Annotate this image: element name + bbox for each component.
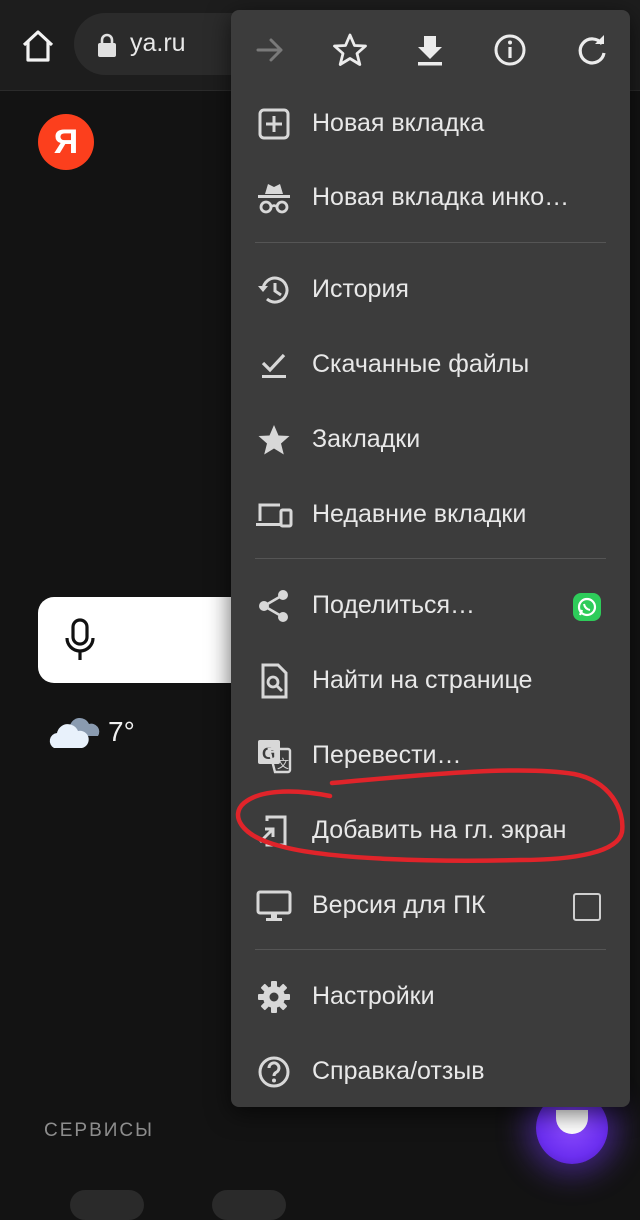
browser-overflow-menu: Новая вкладка Новая вкладка инко… Истори…	[231, 10, 630, 1107]
menu-item-bookmarks[interactable]: Закладки	[231, 403, 630, 477]
menu-item-find-in-page[interactable]: Найти на странице	[231, 644, 630, 718]
menu-item-new-tab[interactable]: Новая вкладка	[231, 87, 630, 161]
find-in-page-icon	[261, 663, 288, 699]
menu-divider	[255, 558, 606, 559]
menu-divider	[255, 949, 606, 950]
bookmarks-star-icon	[258, 425, 290, 455]
service-tile[interactable]	[212, 1190, 286, 1220]
cloudy-weather-icon	[49, 717, 100, 748]
translate-icon: G 文	[258, 740, 292, 774]
forward-icon[interactable]	[248, 28, 292, 72]
temperature: 7°	[108, 716, 135, 747]
menu-item-label: Версия для ПК	[312, 891, 486, 919]
yandex-logo[interactable]: Я	[38, 114, 94, 170]
menu-item-help-feedback[interactable]: Справка/отзыв	[231, 1035, 630, 1109]
service-tile[interactable]	[70, 1190, 144, 1220]
menu-item-label: Новая вкладка инко…	[312, 183, 570, 211]
menu-item-add-to-home-screen[interactable]: Добавить на гл. экран	[231, 794, 630, 868]
menu-toolbar	[231, 10, 630, 90]
alice-icon	[556, 1110, 588, 1134]
menu-item-history[interactable]: История	[231, 253, 630, 327]
devices-icon	[256, 503, 293, 528]
menu-item-label: Добавить на гл. экран	[312, 816, 567, 844]
download-icon[interactable]	[408, 28, 452, 72]
menu-divider	[255, 242, 606, 243]
menu-item-label: Недавние вкладки	[312, 500, 527, 528]
info-icon[interactable]	[488, 28, 532, 72]
url-text: ya.ru	[130, 29, 186, 57]
svg-text:文: 文	[277, 756, 289, 771]
desktop-icon	[256, 890, 292, 921]
downloads-icon	[261, 353, 286, 378]
menu-item-share[interactable]: Поделиться…	[231, 569, 630, 643]
menu-item-label: Перевести…	[312, 741, 462, 769]
menu-item-settings[interactable]: Настройки	[231, 960, 630, 1034]
menu-item-label: Скачанные файлы	[312, 350, 530, 378]
refresh-icon[interactable]	[570, 28, 614, 72]
menu-item-downloads[interactable]: Скачанные файлы	[231, 328, 630, 402]
add-to-home-icon	[258, 815, 287, 847]
menu-item-recent-tabs[interactable]: Недавние вкладки	[231, 478, 630, 552]
settings-gear-icon	[258, 981, 290, 1013]
incognito-icon	[258, 184, 290, 214]
star-icon[interactable]	[328, 28, 372, 72]
share-icon	[259, 590, 288, 622]
home-icon[interactable]	[18, 26, 58, 66]
menu-item-label: Закладки	[312, 425, 421, 453]
lock-icon	[98, 33, 116, 57]
new-tab-icon	[258, 108, 290, 140]
svg-text:G: G	[262, 744, 275, 763]
microphone-icon[interactable]	[60, 617, 100, 663]
menu-item-label: Новая вкладка	[312, 109, 485, 137]
menu-item-label: Справка/отзыв	[312, 1057, 485, 1085]
services-heading: СЕРВИСЫ	[44, 1120, 154, 1141]
desktop-version-checkbox[interactable]	[573, 893, 601, 921]
whatsapp-icon[interactable]	[573, 593, 601, 621]
menu-item-label: Настройки	[312, 982, 435, 1010]
menu-item-new-incognito-tab[interactable]: Новая вкладка инко…	[231, 161, 630, 235]
menu-item-desktop-version[interactable]: Версия для ПК	[231, 869, 630, 943]
menu-item-label: История	[312, 275, 409, 303]
history-icon	[258, 276, 289, 304]
menu-item-label: Найти на странице	[312, 666, 533, 694]
menu-item-label: Поделиться…	[312, 591, 476, 619]
help-icon	[258, 1056, 290, 1088]
menu-item-translate[interactable]: G 文 Перевести…	[231, 719, 630, 793]
